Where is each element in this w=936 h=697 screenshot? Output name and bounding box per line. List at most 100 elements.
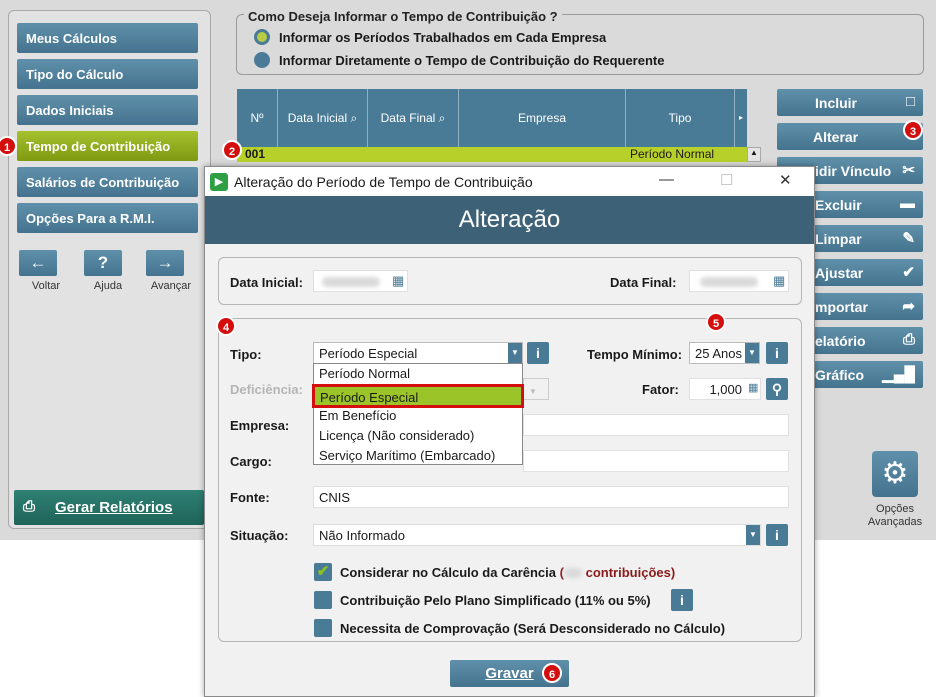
search-icon: ⌕ (350, 111, 358, 125)
gears-icon[interactable]: ⚙ (872, 451, 918, 497)
help-button[interactable]: ? (84, 250, 122, 276)
chevron-down-icon[interactable]: ▼ (746, 525, 760, 545)
column-header-empresa[interactable]: Empresa (459, 89, 626, 147)
generate-reports-label: Gerar Relatórios (55, 499, 173, 516)
row-number: 001 (245, 147, 266, 161)
maximize-icon[interactable]: ☐ (720, 171, 733, 189)
square-icon: □ (905, 93, 915, 110)
cargo-label: Cargo: (230, 454, 272, 469)
sidebar-item-meus-calculos[interactable]: Meus Cálculos (17, 23, 198, 53)
printer-icon: ⎙ (23, 498, 36, 515)
forward-label: Avançar (150, 280, 192, 292)
minimize-icon[interactable]: — (659, 171, 674, 188)
empresa-input[interactable] (523, 414, 789, 436)
step-badge-2: 2 (222, 140, 242, 160)
column-header-data-inicial[interactable]: Data Inicial ⌕ (278, 89, 368, 147)
carencia-label: Considerar no Cálculo da Carência ( cont… (340, 565, 676, 580)
situacao-select[interactable]: Não Informado ▼ (313, 524, 761, 546)
sidebar-item-salarios-contribuicao[interactable]: Salários de Contribuição (17, 167, 198, 197)
sidebar-item-tempo-contribuicao[interactable]: Tempo de Contribuição (17, 131, 198, 161)
plano-simplificado-info-button[interactable]: i (671, 589, 693, 611)
printer-icon: ⎙ (902, 331, 915, 348)
fonte-input[interactable]: CNIS (313, 486, 789, 508)
plano-simplificado-checkbox[interactable] (314, 591, 332, 609)
step-badge-6: 6 (542, 663, 562, 683)
cargo-input[interactable] (523, 450, 789, 472)
arrow-right-icon: → (156, 253, 174, 272)
sidebar-item-dados-iniciais[interactable]: Dados Iniciais (17, 95, 198, 125)
comprovacao-label: Necessita de Comprovação (Será Desconsid… (340, 621, 726, 636)
sidebar-item-tipo-calculo[interactable]: Tipo do Cálculo (17, 59, 198, 89)
tipo-select[interactable]: Período Especial ▼ (313, 342, 523, 364)
generate-reports-button[interactable]: ⎙ Gerar Relatórios (14, 490, 204, 525)
data-inicial-input[interactable]: ▦ (313, 270, 408, 292)
deficiencia-select-disabled: ▼ (523, 378, 549, 400)
scissors-icon: ✂ (902, 162, 915, 179)
edit-period-dialog: ▶ Alteração do Período de Tempo de Contr… (204, 166, 815, 697)
question-title: Como Deseja Informar o Tempo de Contribu… (244, 9, 562, 24)
minus-icon: ▬ (900, 195, 915, 212)
calendar-icon[interactable]: ▦ (773, 273, 785, 289)
app-icon: ▶ (210, 173, 228, 191)
dialog-banner: Alteração (205, 196, 814, 244)
comprovacao-checkbox[interactable] (314, 619, 332, 637)
fator-input[interactable]: 1,000 ▦ (689, 378, 761, 400)
dialog-title: Alteração do Período de Tempo de Contrib… (234, 174, 533, 190)
dropdown-option-licenca[interactable]: Licença (Não considerado) (314, 426, 522, 446)
incluir-button[interactable]: Incluir □ (777, 89, 923, 116)
radio-tempo-direto[interactable] (254, 52, 270, 68)
alterar-button[interactable]: Alterar (777, 123, 923, 150)
broom-icon: ✎ (902, 230, 915, 247)
radio-periodos-empresa[interactable] (254, 29, 270, 45)
deficiencia-label: Deficiência: (230, 382, 303, 397)
row-tipo: Período Normal (630, 147, 715, 161)
help-label: Ajuda (93, 280, 123, 292)
grid-header: Nº Data Inicial ⌕ Data Final ⌕ Empresa T… (237, 89, 747, 147)
check-icon: ✔ (316, 563, 330, 580)
plano-simplificado-label: Contribuição Pelo Plano Simplificado (11… (340, 593, 651, 608)
dropdown-option-periodo-especial[interactable]: Período Especial (312, 384, 524, 408)
data-final-label: Data Final: (610, 275, 677, 290)
check-icon: ✔ (902, 264, 915, 281)
import-icon: ➦ (902, 298, 915, 315)
column-scroll-icon[interactable]: ▸ (735, 89, 747, 147)
column-header-tipo[interactable]: Tipo (626, 89, 735, 147)
chevron-down-icon: ▼ (529, 387, 537, 396)
dropdown-option-em-beneficio[interactable]: Em Benefício (314, 406, 522, 426)
dropdown-option-servico-maritimo[interactable]: Serviço Marítimo (Embarcado) (314, 446, 522, 466)
dropdown-option-periodo-normal[interactable]: Período Normal (314, 364, 522, 384)
calendar-icon[interactable]: ▦ (392, 273, 404, 289)
search-icon: ⚲ (771, 381, 783, 397)
situacao-label: Situação: (230, 528, 289, 543)
fonte-label: Fonte: (230, 490, 270, 505)
data-final-input[interactable]: ▦ (689, 270, 789, 292)
advanced-options-label: Opções Avançadas (867, 503, 923, 528)
forward-button[interactable]: → (146, 250, 184, 276)
tipo-label: Tipo: (230, 347, 262, 362)
radio-label-tempo-direto: Informar Diretamente o Tempo de Contribu… (279, 53, 665, 68)
tempo-minimo-select[interactable]: 25 Anos ▼ (689, 342, 760, 364)
tipo-dropdown-list: Período Normal Período Especial Em Benef… (312, 363, 524, 466)
tempo-minimo-info-button[interactable]: i (766, 342, 788, 364)
radio-label-periodos-empresa: Informar os Períodos Trabalhados em Cada… (279, 30, 607, 45)
back-label: Voltar (31, 280, 61, 292)
fator-search-button[interactable]: ⚲ (766, 378, 788, 400)
column-header-data-final[interactable]: Data Final ⌕ (368, 89, 459, 147)
column-header-numero[interactable]: Nº (237, 89, 278, 147)
close-icon[interactable]: ✕ (779, 171, 792, 189)
tipo-info-button[interactable]: i (527, 342, 549, 364)
calculator-icon[interactable]: ▦ (748, 381, 758, 394)
back-button[interactable]: ← (19, 250, 57, 276)
bar-chart-icon: ▁▄█ (882, 366, 915, 383)
empresa-label: Empresa: (230, 418, 290, 433)
carencia-checkbox[interactable]: ✔ (314, 563, 332, 581)
table-row[interactable]: 001 Período Normal (237, 147, 747, 162)
question-icon: ? (97, 253, 109, 272)
scroll-up-arrow-icon[interactable]: ▲ (747, 147, 761, 162)
sidebar-item-opcoes-rmi[interactable]: Opções Para a R.M.I. (17, 203, 198, 233)
chevron-down-icon[interactable]: ▼ (508, 343, 522, 363)
chevron-down-icon[interactable]: ▼ (745, 343, 759, 363)
fator-label: Fator: (642, 382, 679, 397)
step-badge-3: 3 (903, 120, 923, 140)
situacao-info-button[interactable]: i (766, 524, 788, 546)
